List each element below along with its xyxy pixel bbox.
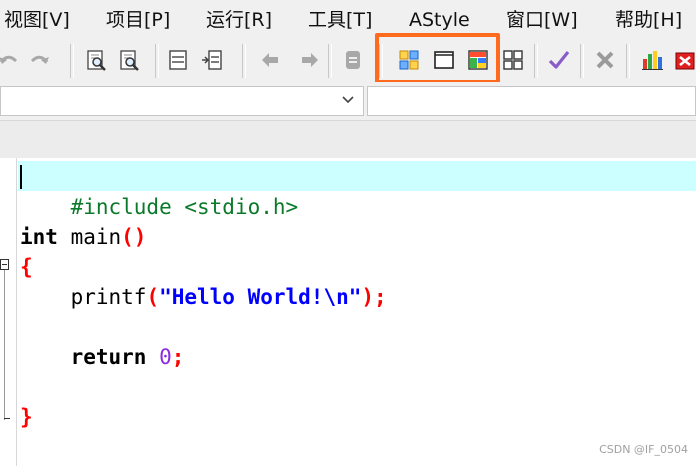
compile-icon [346,51,360,69]
code-line-main: int main() [20,222,146,252]
code-line-include: #include <stdio.h> [20,162,299,219]
back-icon [262,53,278,67]
menu-astyle[interactable]: AStyle [409,8,470,32]
identifier-main: main [57,225,122,249]
panel-icon [202,50,222,70]
color-layout-button[interactable] [466,48,490,72]
class-selector[interactable] [0,86,364,116]
watermark: CSDN @IF_0504 [599,443,688,456]
check-button[interactable] [547,48,571,72]
toolbar-separator [155,44,159,78]
grid-layout-icon [503,50,523,70]
semicolon: ; [171,345,185,369]
window-icon [169,50,187,70]
full-screen-button[interactable] [432,48,456,72]
semicolon: ; [374,285,387,309]
stop-button[interactable] [673,48,696,72]
back-button[interactable] [258,48,282,72]
combo-row [0,82,696,120]
identifier-printf: printf [20,285,147,309]
forward-button[interactable] [298,48,322,72]
text-caret [20,165,22,189]
keyword-return: return [20,345,147,369]
toolbar [0,38,696,82]
window-button[interactable] [166,48,190,72]
menu-project[interactable]: 项目[P] [106,8,170,32]
menu-view[interactable]: 视图[V] [4,8,70,32]
code-line-close-brace: } [20,402,33,432]
function-selector[interactable] [367,86,696,116]
undo-button[interactable] [0,48,20,72]
toolbar-separator [328,44,332,78]
stop-icon [675,52,695,70]
keyword-int: int [20,225,58,249]
preprocessor-include: #include <stdio.h> [70,195,299,219]
color-layout-icon [468,50,488,70]
redo-button[interactable] [28,48,52,72]
menu-bar: 视图[V] 项目[P] 运行[R] 工具[T] AStyle 窗口[W] 帮助[… [0,0,696,38]
close-button[interactable] [593,48,617,72]
menu-help[interactable]: 帮助[H] [615,8,682,32]
menu-window[interactable]: 窗口[W] [506,8,578,32]
find-next-button[interactable] [117,48,141,72]
printf-open-paren: ( [146,285,160,309]
find-next-icon [120,50,139,71]
find-button[interactable] [84,48,108,72]
tile-layout-icon [399,50,419,70]
panel-button[interactable] [200,48,224,72]
toolbar-separator [242,44,246,78]
chevron-down-icon [342,96,354,104]
toolbar-separator [626,44,630,78]
menu-tools[interactable]: 工具[T] [308,8,372,32]
fold-toggle-icon[interactable] [0,259,9,270]
redo-icon [30,55,49,64]
check-icon [548,51,570,69]
undo-icon [0,55,18,64]
code-editor[interactable]: #include <stdio.h> int main() { printf("… [0,158,696,466]
find-icon [87,50,106,71]
close-icon [596,51,614,69]
chart-button[interactable] [640,48,664,72]
toolbar-separator [379,44,383,78]
grid-layout-button[interactable] [501,48,525,72]
forward-icon [302,53,318,67]
full-screen-icon [434,51,454,69]
parentheses: () [121,225,147,249]
chart-icon [642,51,663,70]
code-line-return: return 0; [20,342,185,372]
fold-end-marker [4,418,10,419]
code-line-open-brace: { [20,252,33,282]
close-brace: } [20,405,33,429]
toolbar-separator [70,44,74,78]
number-literal: 0 [159,345,172,369]
code-line-printf: printf("Hello World!\n"); [20,282,387,312]
toolbar-separator [534,44,538,78]
menu-run[interactable]: 运行[R] [206,8,272,32]
printf-close-paren: ) [361,285,375,309]
compile-button[interactable] [341,48,365,72]
editor-gutter [0,158,17,466]
toolbar-separator [580,44,584,78]
string-literal: "Hello World!\n" [159,285,362,309]
editor-tab-strip [0,120,696,158]
fold-line [4,270,5,420]
tile-layout-button[interactable] [397,48,421,72]
open-brace: { [20,255,33,279]
